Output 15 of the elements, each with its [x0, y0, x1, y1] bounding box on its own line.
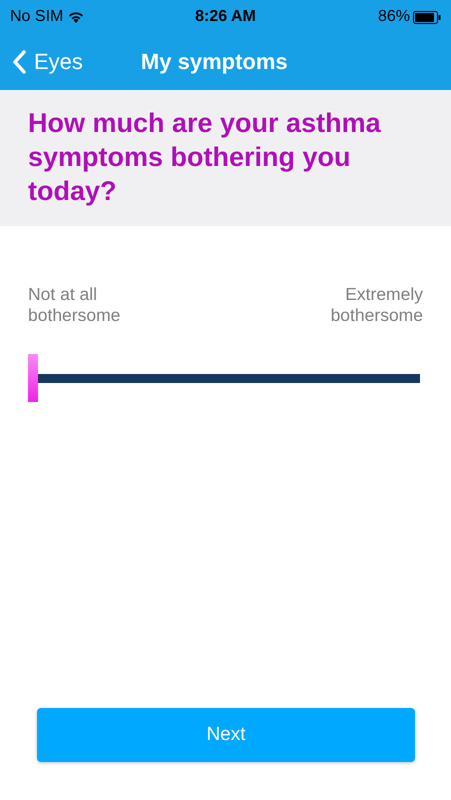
- max-label: Extremely bothersome: [330, 284, 423, 326]
- wifi-icon: [68, 11, 84, 23]
- battery-icon: [412, 10, 441, 24]
- chevron-left-icon: [12, 50, 26, 74]
- carrier-label: No SIM: [10, 8, 64, 26]
- back-button[interactable]: Eyes: [0, 49, 83, 75]
- status-time: 8:26 AM: [195, 8, 256, 26]
- symptom-slider[interactable]: [28, 354, 420, 404]
- next-button[interactable]: Next: [37, 708, 415, 762]
- screen-title: My symptoms: [140, 49, 288, 75]
- min-label: Not at all bothersome: [28, 284, 122, 326]
- slider-thumb[interactable]: [28, 354, 38, 402]
- back-label: Eyes: [34, 49, 83, 75]
- question-text: How much are your asthma symptoms bothering you today?: [28, 107, 382, 208]
- battery-percent: 86%: [378, 8, 410, 26]
